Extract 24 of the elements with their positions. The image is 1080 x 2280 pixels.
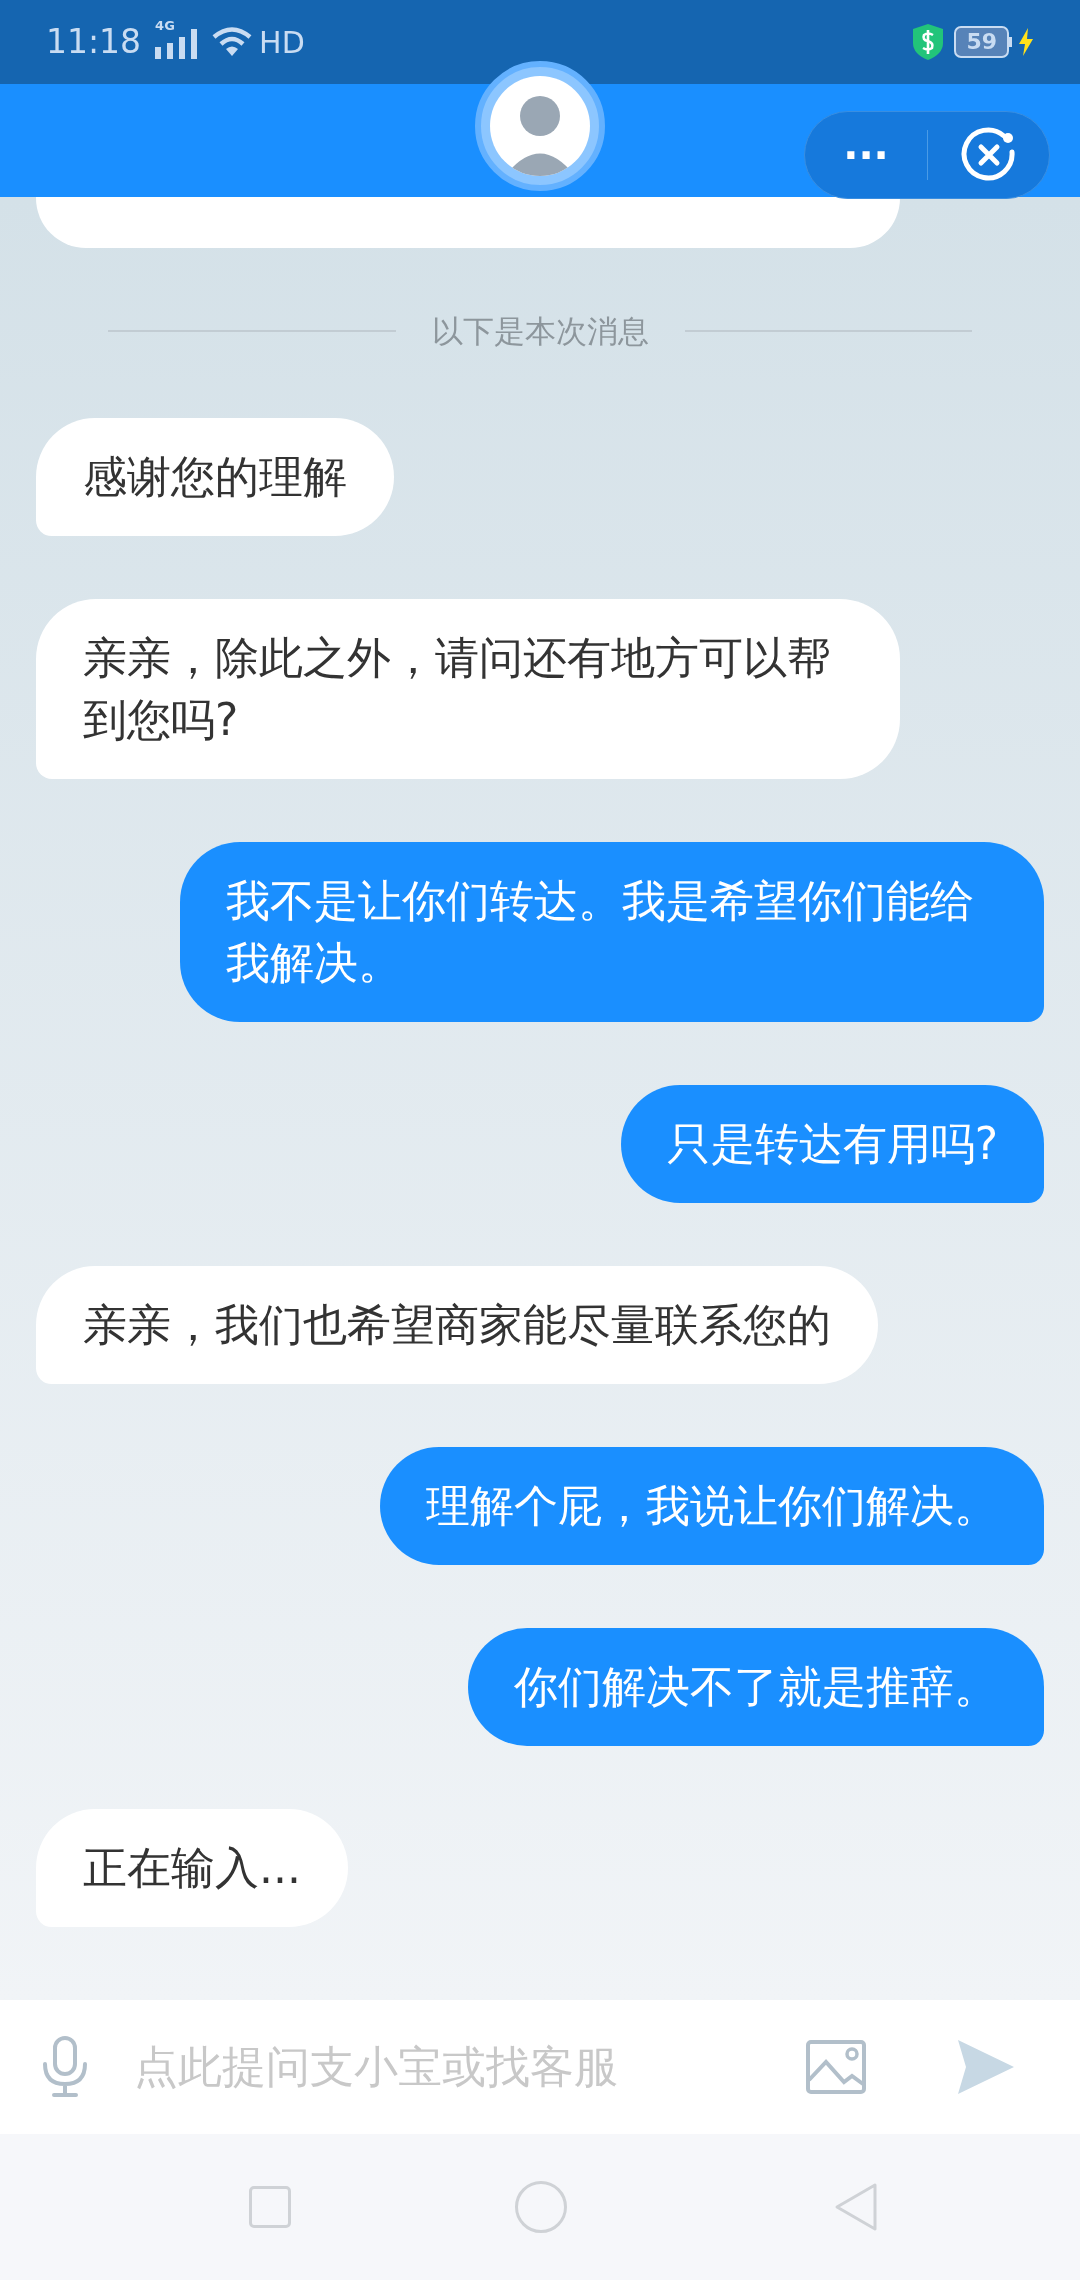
home-button[interactable] — [515, 2181, 567, 2233]
message-bubble: 亲亲，我们也希望商家能尽量联系您的 — [36, 1265, 878, 1384]
recents-button[interactable] — [249, 2186, 291, 2228]
message-bubble: 理解个屁，我说让你们解决。 — [380, 1446, 1044, 1565]
image-icon[interactable] — [806, 2040, 866, 2094]
microphone-icon[interactable] — [40, 2036, 90, 2098]
message-bubble: 感谢您的理解 — [36, 417, 394, 536]
message-bubble: 只是转达有用吗? — [620, 1084, 1044, 1203]
wifi-icon — [211, 26, 254, 58]
message-bubble: 我不是让你们转达。我是希望你们能给我解决。 — [180, 841, 1044, 1022]
signal-icon — [155, 29, 198, 59]
divider-label: 以下是本次消息 — [431, 312, 649, 351]
send-icon[interactable] — [956, 2038, 1016, 2096]
hd-label: HD — [259, 23, 305, 62]
clock: 11:18 — [46, 21, 142, 64]
network-label: 4G — [155, 19, 175, 32]
message-bubble: 正在输入... — [36, 1808, 348, 1927]
shield-icon — [912, 23, 945, 61]
battery-level: 59 — [954, 26, 1009, 58]
message-bubble: 你们解决不了就是推辞。 — [468, 1627, 1044, 1746]
close-icon — [959, 126, 1018, 184]
more-button[interactable]: ··· — [805, 112, 927, 198]
message-bubble: 亲亲，除此之外，请问还有地方可以帮到您吗? — [36, 598, 900, 779]
back-icon[interactable] — [833, 2181, 879, 2233]
